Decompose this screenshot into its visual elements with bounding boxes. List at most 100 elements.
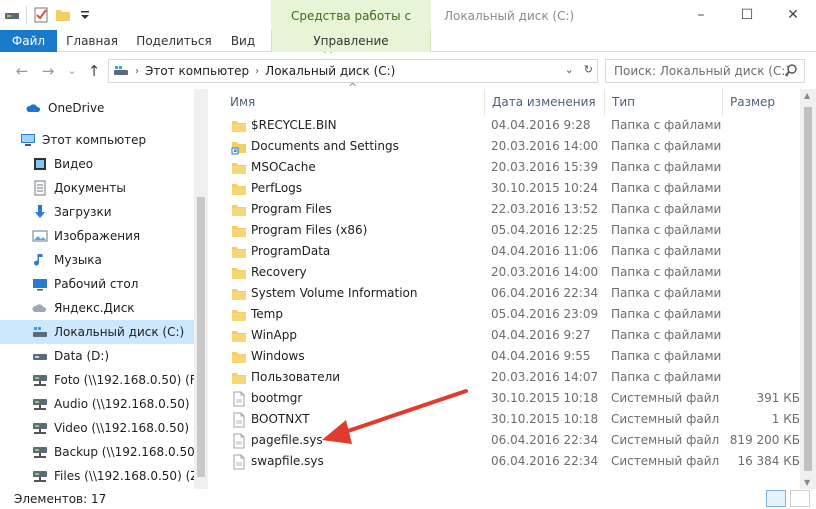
address-bar[interactable]: › Этот компьютер › Локальный диск (C:) ⌄… [108,59,598,83]
table-row[interactable]: MSOCache 20.03.2016 15:39 Папка с файлами [224,158,804,179]
nav-item-files-z[interactable]: Files (\\192.168.0.50) (Z:) [0,464,194,488]
column-header-type[interactable]: Тип [604,89,722,115]
file-name: ProgramData [251,244,331,258]
new-folder-icon[interactable] [55,7,71,23]
file-type: Папка с файлами [611,244,722,258]
content-scroll-thumb[interactable] [804,107,812,471]
file-date: 04.04.2016 9:27 [491,328,591,342]
tab-view[interactable]: Вид [222,30,264,52]
file-date: 20.03.2016 14:00 [491,265,599,279]
table-row[interactable]: bootmgr 30.10.2015 10:18 Системный файл 391… [224,389,804,410]
nav-item-desktop[interactable]: Рабочий стол [0,272,194,296]
nav-item-backup-y[interactable]: Backup (\\192.168.0.50) (Y [0,440,194,464]
file-type: Папка с файлами [611,307,722,321]
nav-item-yandex-disk[interactable]: Яндекс.Диск [0,296,194,320]
table-row[interactable]: Windows 04.04.2016 9:55 Папка с файлами [224,347,804,368]
table-row[interactable]: PerfLogs 30.10.2015 10:24 Папка с файлами [224,179,804,200]
search-icon [784,64,797,77]
table-row[interactable]: $RECYCLE.BIN 04.04.2016 9:28 Папка с файла… [224,116,804,137]
table-row[interactable]: Program Files 22.03.2016 13:52 Папка с фай… [224,200,804,221]
customize-toolbar-icon[interactable] [77,7,93,23]
nav-item-music[interactable]: Музыка [0,248,194,272]
back-button[interactable]: ← [12,61,32,81]
table-row[interactable]: ProgramData 04.04.2016 11:06 Папка с файла… [224,242,804,263]
nav-item-label: Изображения [54,229,141,243]
nav-item-foto-f[interactable]: Foto (\\192.168.0.50) (F:) [0,368,194,392]
up-button[interactable]: ↑ [84,61,104,81]
table-row[interactable]: Documents and Settings 20.03.2016 14:00 Па… [224,137,804,158]
nav-item-label: Локальный диск (C:) [54,325,185,339]
column-header-size[interactable]: Размер [722,89,800,115]
properties-icon[interactable] [33,7,49,23]
breadcrumb-local-disk[interactable]: Локальный диск (C:) [265,64,395,78]
nav-item-video-v[interactable]: Video (\\192.168.0.50) (V:) [0,416,194,440]
address-dropdown-icon[interactable]: ⌄ [565,63,574,76]
scroll-up-icon[interactable]: ▲ [804,91,810,100]
table-row[interactable]: Recovery 20.03.2016 14:00 Папка с файлами [224,263,804,284]
content-scrollbar[interactable]: ▲ ▼ [800,89,816,489]
nav-item-local-disk-c[interactable]: Локальный диск (C:) [0,320,194,344]
table-row[interactable]: swapfile.sys 06.04.2016 22:34 Системный фа… [224,452,804,473]
scroll-down-icon[interactable]: ▼ [804,478,810,487]
folder-shortcut-icon [231,139,247,155]
tab-file[interactable]: Файл [0,30,57,52]
file-date: 05.04.2016 23:09 [491,307,599,321]
nav-item-audio-m[interactable]: Audio (\\192.168.0.50) (M: [0,392,194,416]
maximize-button[interactable]: ☐ [724,0,770,30]
file-type: Папка с файлами [611,139,722,153]
table-row[interactable]: Temp 05.04.2016 23:09 Папка с файлами [224,305,804,326]
breadcrumb-separator[interactable]: › [135,66,139,77]
nav-item-documents[interactable]: Документы [0,176,194,200]
nav-item-data-d[interactable]: Data (D:) [0,344,194,368]
file-type: Папка с файлами [611,160,722,174]
status-bar: Элементов: 17 [0,489,816,509]
nav-item-pictures[interactable]: Изображения [0,224,194,248]
forward-button[interactable]: → [38,61,58,81]
folder-icon [231,160,247,176]
item-count: Элементов: 17 [14,492,107,506]
nav-item-label: OneDrive [48,101,105,115]
table-row[interactable]: Пользователи 20.03.2016 14:07 Папка с файл… [224,368,804,389]
nav-scroll-thumb[interactable] [197,197,205,477]
table-row[interactable]: System Volume Information 06.04.2016 22:3… [224,284,804,305]
file-type: Папка с файлами [611,265,722,279]
table-row[interactable]: Program Files (x86) 05.04.2016 12:25 Папка… [224,221,804,242]
large-icons-view-button[interactable] [790,490,810,507]
tab-home[interactable]: Главная [60,30,124,52]
onedrive-icon [26,104,41,112]
file-type: Папка с файлами [611,370,722,384]
file-date: 30.10.2015 10:18 [491,412,599,426]
nav-item-onedrive[interactable]: OneDrive [0,96,194,120]
file-type: Системный файл [611,412,720,426]
file-type: Папка с файлами [611,286,722,300]
nav-item-this-pc[interactable]: Этот компьютер [0,128,194,152]
documents-icon [34,180,46,196]
nav-item-video[interactable]: Видео [0,152,194,176]
nav-item-downloads[interactable]: Загрузки [0,200,194,224]
nav-item-label: Видео [54,157,94,171]
disk-tools-context-header: Средства работы с дисками [271,0,431,55]
window-controls: – ☐ ✕ [678,0,816,30]
breadcrumb-separator[interactable]: › [255,66,259,77]
table-row[interactable]: pagefile.sys 06.04.2016 22:34 Системный фа… [224,431,804,452]
breadcrumb-this-pc[interactable]: Этот компьютер [145,64,249,78]
minimize-button[interactable]: – [678,0,724,30]
tab-share[interactable]: Поделиться [132,30,216,52]
file-name: BOOTNXT [251,412,310,426]
tab-manage[interactable]: Управление [271,30,431,52]
network-drive-icon [33,471,47,482]
table-row[interactable]: BOOTNXT 30.10.2015 10:18 Системный файл 1 К… [224,410,804,431]
file-date: 05.04.2016 12:25 [491,223,599,237]
search-input[interactable]: Поиск: Локальный диск (C:) [605,59,805,83]
close-button[interactable]: ✕ [770,0,816,30]
details-view-button[interactable] [766,490,786,507]
refresh-icon[interactable]: ↻ [584,63,593,76]
recent-locations-button[interactable]: ⌄ [62,61,82,81]
nav-item-label: Этот компьютер [42,133,147,147]
nav-scrollbar[interactable] [194,89,208,489]
file-name: Windows [251,349,305,363]
table-row[interactable]: WinApp 04.04.2016 9:27 Папка с файлами [224,326,804,347]
nav-item-label: Files (\\192.168.0.50) (Z:) [54,469,194,483]
column-header-date[interactable]: Дата изменения [484,89,604,115]
column-header-name[interactable]: Имя [222,89,484,115]
